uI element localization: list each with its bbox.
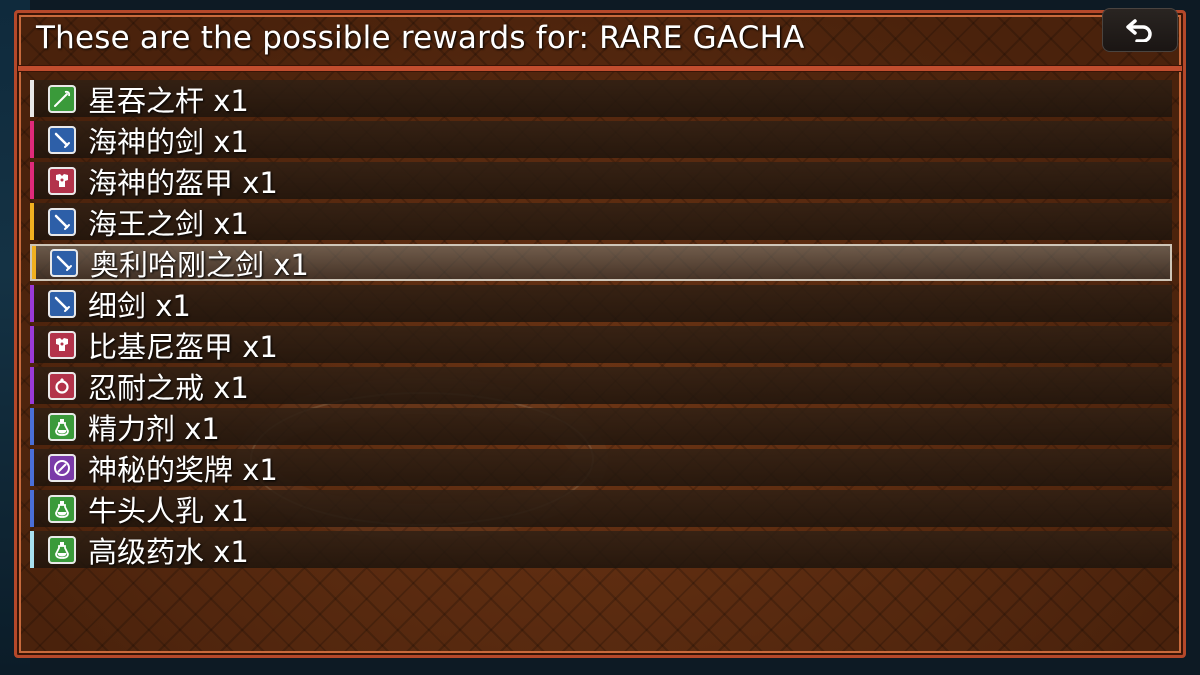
dialog-header: These are the possible rewards for: RARE… — [22, 14, 1178, 62]
reward-row[interactable]: 海王之剑 x1 — [30, 203, 1172, 241]
reward-row[interactable]: 海神的盔甲 x1 — [30, 162, 1172, 200]
sword-icon — [48, 125, 76, 154]
rarity-indicator — [30, 490, 34, 527]
sword-icon — [48, 289, 76, 318]
reward-name: 忍耐之戒 x1 — [88, 370, 249, 405]
reward-name: 比基尼盔甲 x1 — [88, 329, 278, 364]
reward-row[interactable]: 神秘的奖牌 x1 — [30, 449, 1172, 487]
rarity-indicator — [30, 203, 34, 240]
reward-name: 海神的剑 x1 — [88, 124, 249, 159]
reward-row[interactable]: 细剑 x1 — [30, 285, 1172, 323]
reward-name: 精力剂 x1 — [88, 411, 220, 446]
back-button[interactable] — [1102, 8, 1178, 52]
reward-name: 细剑 x1 — [88, 288, 191, 323]
reward-name: 奥利哈刚之剑 x1 — [90, 247, 309, 282]
rarity-indicator — [30, 408, 34, 445]
armor-icon — [48, 330, 76, 359]
rarity-indicator — [30, 285, 34, 322]
rarity-indicator — [30, 162, 34, 199]
reward-name: 海王之剑 x1 — [88, 206, 249, 241]
reward-row[interactable]: 比基尼盔甲 x1 — [30, 326, 1172, 364]
rarity-indicator — [30, 326, 34, 363]
reward-row[interactable]: 高级药水 x1 — [30, 531, 1172, 569]
reward-name: 海神的盔甲 x1 — [88, 165, 278, 200]
reward-row[interactable]: 精力剂 x1 — [30, 408, 1172, 446]
rarity-indicator — [30, 531, 34, 568]
sword-icon — [50, 248, 78, 277]
reward-row[interactable]: 忍耐之戒 x1 — [30, 367, 1172, 405]
reward-name: 牛头人乳 x1 — [88, 493, 249, 528]
ring-icon — [48, 371, 76, 400]
potion-icon — [48, 535, 76, 564]
rarity-indicator — [30, 449, 34, 486]
staff-icon — [48, 84, 76, 113]
reward-row[interactable]: 星吞之杆 x1 — [30, 80, 1172, 118]
reward-row[interactable]: 海神的剑 x1 — [30, 121, 1172, 159]
reward-name: 星吞之杆 x1 — [88, 83, 249, 118]
sword-icon — [48, 207, 76, 236]
rarity-indicator — [30, 367, 34, 404]
armor-icon — [48, 166, 76, 195]
potion-icon — [48, 494, 76, 523]
rewards-list: 星吞之杆 x1 海神的剑 x1 海神的盔甲 x1 海王之剑 x1 奥利哈刚之剑 x1 细剑… — [30, 80, 1172, 572]
rarity-indicator — [30, 80, 34, 117]
reward-row[interactable]: 牛头人乳 x1 — [30, 490, 1172, 528]
potion-icon — [48, 412, 76, 441]
back-arrow-icon — [1126, 19, 1152, 42]
reward-name: 神秘的奖牌 x1 — [88, 452, 278, 487]
reward-name: 高级药水 x1 — [88, 534, 249, 569]
header-divider — [18, 66, 1182, 71]
medal-icon — [48, 453, 76, 482]
rarity-indicator — [32, 246, 36, 279]
rarity-indicator — [30, 121, 34, 158]
dialog-title: These are the possible rewards for: RARE… — [36, 20, 805, 56]
reward-row[interactable]: 奥利哈刚之剑 x1 — [30, 244, 1172, 282]
